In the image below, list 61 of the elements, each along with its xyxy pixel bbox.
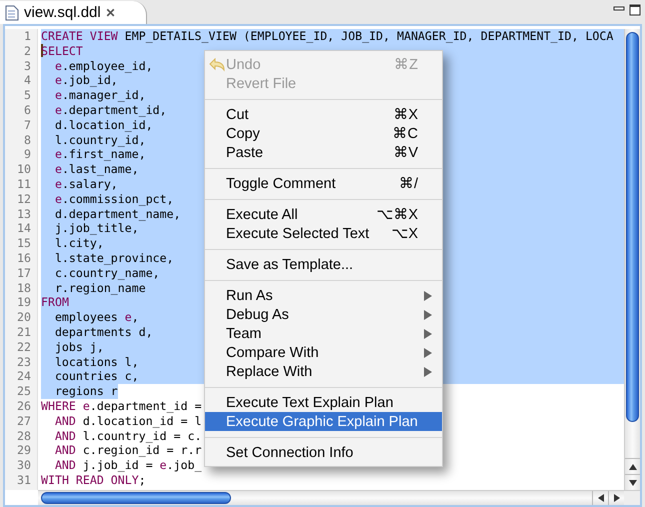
vertical-scrollbar[interactable] xyxy=(624,29,640,490)
menu-item[interactable]: Compare With xyxy=(205,343,442,362)
line-number: 9 xyxy=(23,147,32,162)
code-line: AND j.job_id = e.job_ xyxy=(54,458,202,473)
code-line: AND d.location_id = l xyxy=(54,414,202,429)
line-number: 11 xyxy=(16,176,32,192)
code-line: AND c.region_id = r.r xyxy=(54,443,202,458)
line-number: 13 xyxy=(16,206,32,222)
menu-item[interactable]: Cut ⌘X xyxy=(205,105,442,124)
horizontal-scrollbar[interactable] xyxy=(38,490,624,505)
line-number: 8 xyxy=(23,132,32,148)
line-number: 24 xyxy=(16,369,32,384)
line-number: 6 xyxy=(23,102,32,118)
line-number: 25 xyxy=(16,384,32,399)
line-number: 12 xyxy=(16,192,32,207)
line-number: 5 xyxy=(23,88,32,103)
tab-title: view.sql.ddl xyxy=(24,4,101,21)
code-line: WHERE e.department_id = xyxy=(41,398,202,414)
line-number: 29 xyxy=(16,443,32,458)
menu-item[interactable]: Replace With xyxy=(205,362,442,381)
line-number: 18 xyxy=(16,280,32,296)
line-number: 20 xyxy=(16,310,32,325)
line-number: 2 xyxy=(23,44,32,59)
undo-arrow-icon xyxy=(209,58,225,72)
menu-item[interactable]: Copy ⌘C xyxy=(205,124,442,143)
code-line: WITH READ ONLY; xyxy=(41,472,146,488)
editor-tab[interactable]: view.sql.ddl ✕ xyxy=(0,1,147,24)
line-number: 19 xyxy=(16,295,32,310)
line-number: 4 xyxy=(23,73,32,88)
line-number: 21 xyxy=(16,324,32,340)
line-number: 16 xyxy=(16,250,32,266)
file-icon xyxy=(5,4,19,20)
menu-item[interactable]: Run As xyxy=(205,286,442,305)
maximize-icon[interactable] xyxy=(629,4,641,16)
line-number: 31 xyxy=(16,472,32,488)
menu-item[interactable]: Team xyxy=(205,324,442,343)
line-number: 7 xyxy=(23,118,32,133)
menu-item[interactable]: Save as Template... xyxy=(205,255,442,274)
menu-item[interactable]: Toggle Comment ⌘/ xyxy=(205,174,442,193)
line-number: 10 xyxy=(16,162,32,177)
scrollbar-corner xyxy=(624,490,640,505)
menu-item[interactable]: Set Connection Info xyxy=(205,443,442,462)
close-icon[interactable]: ✕ xyxy=(106,6,116,20)
line-number: 14 xyxy=(16,221,32,236)
line-number: 23 xyxy=(16,354,32,370)
menu-item[interactable]: Paste ⌘V xyxy=(205,143,442,162)
menu-item[interactable]: Execute Selected Text ⌥X xyxy=(205,224,442,243)
menu-item[interactable]: Execute Graphic Explain Plan xyxy=(205,412,442,431)
code-line: AND l.country_id = c. xyxy=(54,428,202,444)
line-number: 1 xyxy=(23,29,32,44)
line-number: 30 xyxy=(16,458,32,473)
line-number: 26 xyxy=(16,398,32,414)
line-number: 3 xyxy=(23,58,32,74)
menu-item[interactable]: Execute Text Explain Plan xyxy=(205,393,442,412)
menu-item[interactable]: Execute All ⌥⌘X xyxy=(205,205,442,224)
line-number: 27 xyxy=(16,414,32,429)
line-number: 28 xyxy=(16,428,32,444)
menu-item[interactable]: Debug As xyxy=(205,305,442,324)
line-number: 17 xyxy=(16,266,32,281)
line-number: 15 xyxy=(16,236,32,251)
line-number: 22 xyxy=(16,340,32,355)
